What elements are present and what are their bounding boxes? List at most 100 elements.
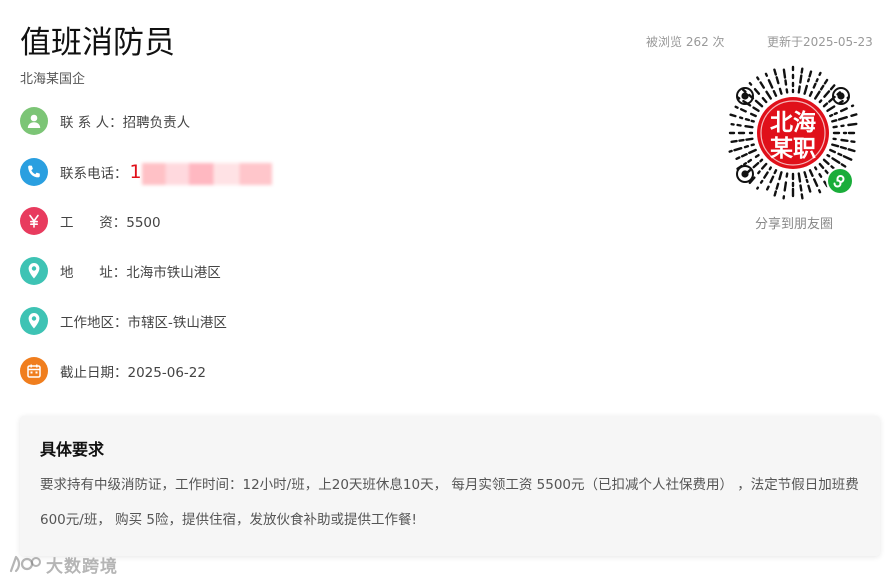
salary-value: 5500 (126, 215, 161, 231)
qr-dot (812, 82, 817, 89)
qr-dot (775, 76, 780, 85)
watermark-text: 大数跨境 (46, 556, 118, 577)
qr-dot (829, 113, 834, 118)
qr-dot (837, 116, 848, 121)
qr-dot (733, 146, 743, 152)
qr-dot (806, 78, 811, 83)
qr-dot (831, 157, 841, 164)
qr-dot (752, 106, 760, 112)
qr-dot (817, 189, 822, 194)
phone-value[interactable]: 1 (130, 161, 272, 185)
qr-dot (800, 67, 804, 74)
qr-dot (756, 186, 760, 190)
requirements-body: 要求持有中级消防证，工作时间：12小时/班，上20天班休息10天， 每月实领工资… (40, 477, 859, 528)
qr-dot (847, 148, 856, 153)
qr-dot (800, 193, 804, 200)
qr-dot (808, 90, 813, 97)
qr-dot (833, 111, 838, 116)
qr-dot (826, 153, 831, 158)
location-pin-icon (20, 307, 48, 335)
qr-finder-bottom-left (736, 165, 754, 183)
qr-dot (778, 171, 783, 181)
qr-dot (812, 178, 819, 188)
qr-dot (740, 108, 747, 113)
qr-dot (767, 79, 774, 89)
qr-dot (772, 90, 778, 97)
qr-dot (832, 125, 838, 129)
qr-dot (743, 144, 750, 149)
share-to-moments-label[interactable]: 分享到朋友圈 (724, 213, 864, 232)
qr-dot (808, 169, 814, 178)
qr-dot (808, 70, 813, 78)
qr-dot (750, 143, 755, 147)
qr-dot (822, 158, 830, 166)
qr-dot (799, 74, 803, 84)
address-label: 地 址： (60, 265, 127, 281)
qr-dot (743, 162, 748, 166)
qr-dot (823, 90, 831, 98)
watermark-logo-icon (9, 555, 41, 573)
mini-program-qr-code[interactable]: 北海 某职 (724, 64, 862, 202)
qr-dot (754, 153, 760, 159)
qr-dot (799, 184, 803, 192)
updated-date: 更新于2025-05-23 (767, 35, 873, 49)
qr-dot (805, 178, 809, 184)
contact-value: 招聘负责人 (122, 115, 191, 131)
qr-dot (759, 179, 764, 184)
qr-dot (831, 119, 838, 123)
qr-dot (850, 113, 858, 117)
qr-dot (785, 172, 789, 178)
deadline-label: 截止日期： (60, 365, 128, 381)
qr-dot (783, 181, 788, 192)
qr-dot (803, 171, 808, 179)
qr-dot (739, 116, 744, 120)
view-count: 被浏览 262 次 (646, 35, 725, 49)
qr-dot (741, 88, 747, 93)
qr-dot (824, 169, 829, 175)
qr-dot (773, 68, 777, 76)
qr-dot (839, 107, 848, 113)
qr-dot (837, 152, 843, 157)
qr-dot (748, 81, 753, 86)
salary-row: 工 资：5500 (20, 207, 161, 235)
contact-row: 联 系 人：招聘负责人 (20, 107, 190, 135)
salary-label: 工 资： (60, 215, 127, 231)
yen-icon (20, 207, 48, 235)
qr-dot (797, 172, 802, 183)
qr-dot (738, 138, 745, 142)
qr-dot (823, 78, 829, 85)
qr-dot (818, 71, 822, 77)
deadline-row: 截止日期：2025-06-22 (20, 357, 206, 385)
qr-dot (784, 79, 788, 86)
address-value: 北海市铁山港区 (126, 265, 221, 281)
qr-dot (815, 78, 819, 83)
qr-dot (744, 118, 751, 122)
qr-dot (729, 113, 737, 118)
location-pin-icon (20, 257, 48, 285)
qr-dot (822, 102, 829, 108)
qr-dot (819, 84, 825, 91)
qr-dot (728, 149, 733, 153)
area-value: 市辖区-铁山港区 (127, 315, 227, 331)
phone-label: 联系电话： (60, 166, 128, 182)
phone-row: 联系电话： 1 (20, 158, 272, 186)
qr-dot (775, 182, 780, 190)
qr-dot (818, 172, 823, 178)
calendar-icon (20, 357, 48, 385)
qr-dot (753, 88, 761, 95)
qr-dot (773, 169, 778, 175)
qr-dot (748, 148, 757, 155)
qr-dot (752, 161, 760, 169)
qr-dot (807, 184, 812, 193)
qr-dot (763, 171, 769, 179)
qr-dot (797, 85, 801, 94)
qr-dot (756, 76, 760, 81)
qr-dot (754, 99, 764, 108)
requirements-card: 具体要求 要求持有中级消防证，工作时间：12小时/班，上20天班休息10天， 每… (20, 416, 880, 556)
contact-label: 联 系 人： (60, 115, 123, 131)
qr-dot (745, 137, 754, 141)
qr-dot (764, 72, 768, 77)
qr-dot (818, 99, 823, 104)
qr-dot (765, 90, 772, 100)
job-title: 值班消防员 (20, 25, 175, 61)
